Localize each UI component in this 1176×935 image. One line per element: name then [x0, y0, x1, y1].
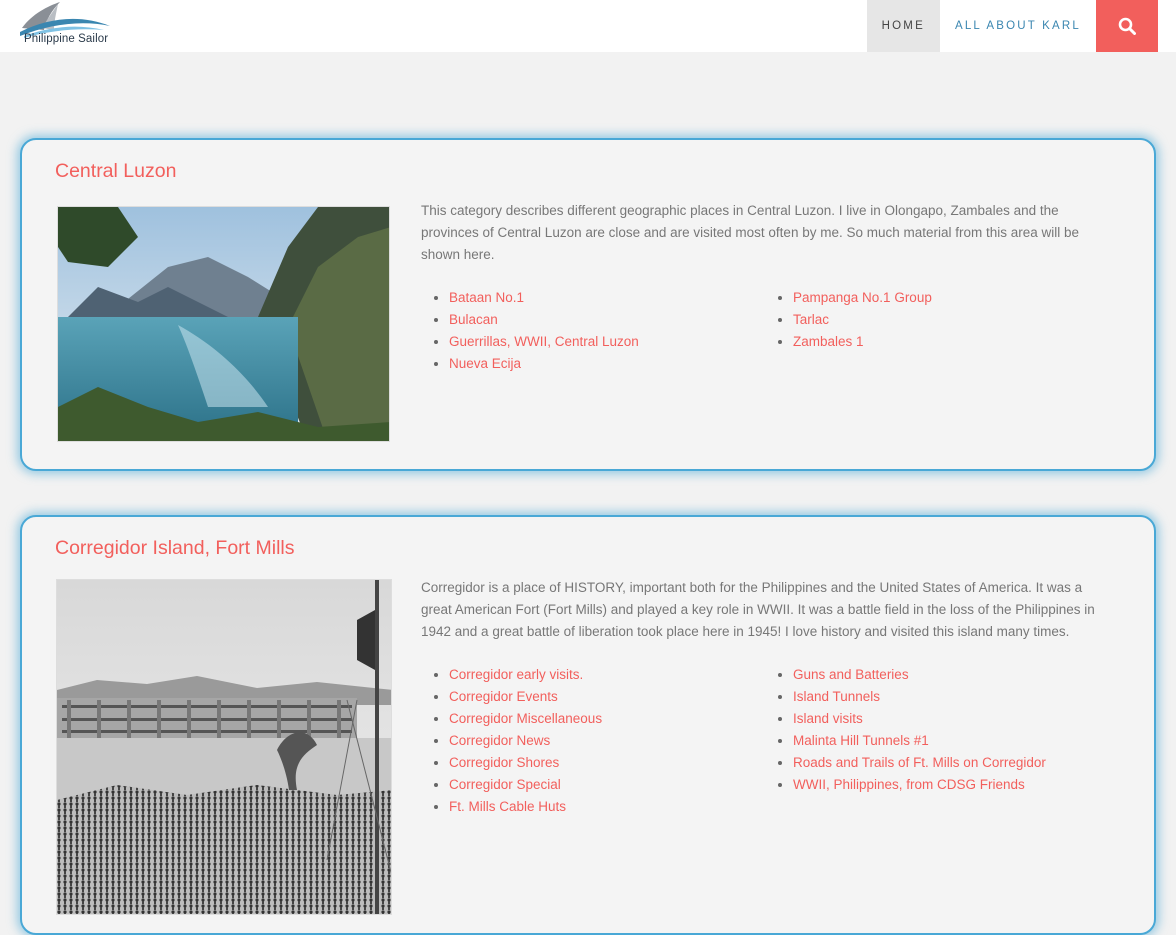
list-item: Guerrillas, WWII, Central Luzon	[449, 331, 765, 353]
subcategory-list-left: Bataan No.1 Bulacan Guerrillas, WWII, Ce…	[421, 287, 765, 375]
site-logo[interactable]: Philippine Sailor	[18, 0, 113, 52]
subcategory-link[interactable]: Tarlac	[793, 312, 829, 327]
subcategory-link[interactable]: Ft. Mills Cable Huts	[449, 799, 566, 814]
subcategory-link[interactable]: Bulacan	[449, 312, 498, 327]
category-card-central-luzon: Central Luzon This category describes di…	[20, 138, 1156, 471]
list-item: Pampanga No.1 Group	[793, 287, 1109, 309]
subcategory-link[interactable]: Guerrillas, WWII, Central Luzon	[449, 334, 639, 349]
list-item: Bataan No.1	[449, 287, 765, 309]
list-item: Corregidor News	[449, 730, 765, 752]
subcategory-link[interactable]: Zambales 1	[793, 334, 864, 349]
category-image-central-luzon[interactable]	[57, 206, 390, 442]
nav-home[interactable]: HOME	[866, 0, 940, 52]
list-item: Nueva Ecija	[449, 353, 765, 375]
list-item: Tarlac	[793, 309, 1109, 331]
list-item: Zambales 1	[793, 331, 1109, 353]
lake-landscape-photo	[58, 207, 389, 441]
subcategory-link[interactable]: Corregidor early visits.	[449, 667, 583, 682]
list-item: Corregidor Special	[449, 774, 765, 796]
category-card-corregidor: Corregidor Island, Fort Mills Corregidor…	[20, 515, 1156, 935]
list-item: Roads and Trails of Ft. Mills on Corregi…	[793, 752, 1109, 774]
subcategory-link[interactable]: Malinta Hill Tunnels #1	[793, 733, 929, 748]
subcategory-link[interactable]: Pampanga No.1 Group	[793, 290, 932, 305]
top-navbar: Philippine Sailor HOME ALL ABOUT KARL	[0, 0, 1176, 52]
search-icon	[1118, 17, 1136, 35]
category-title[interactable]: Central Luzon	[55, 160, 176, 183]
list-item: Island Tunnels	[793, 686, 1109, 708]
list-item: Malinta Hill Tunnels #1	[793, 730, 1109, 752]
category-title[interactable]: Corregidor Island, Fort Mills	[55, 537, 294, 560]
search-button[interactable]	[1096, 0, 1158, 52]
subcategory-link[interactable]: WWII, Philippines, from CDSG Friends	[793, 777, 1025, 792]
corregidor-parade-photo	[57, 580, 391, 914]
nav-all-about-karl[interactable]: ALL ABOUT KARL	[939, 0, 1096, 52]
list-item: Bulacan	[449, 309, 765, 331]
subcategory-link[interactable]: Bataan No.1	[449, 290, 524, 305]
subcategory-link[interactable]: Corregidor Miscellaneous	[449, 711, 602, 726]
subcategory-links: Bataan No.1 Bulacan Guerrillas, WWII, Ce…	[421, 287, 1121, 375]
subcategory-link[interactable]: Corregidor News	[449, 733, 550, 748]
subcategory-link[interactable]: Roads and Trails of Ft. Mills on Corregi…	[793, 755, 1046, 770]
subcategory-list-right: Guns and Batteries Island Tunnels Island…	[765, 664, 1109, 818]
subcategory-list-left: Corregidor early visits. Corregidor Even…	[421, 664, 765, 818]
list-item: Ft. Mills Cable Huts	[449, 796, 765, 818]
list-item: WWII, Philippines, from CDSG Friends	[793, 774, 1109, 796]
subcategory-links: Corregidor early visits. Corregidor Even…	[421, 664, 1121, 818]
category-image-corregidor[interactable]	[56, 579, 392, 915]
list-item: Corregidor early visits.	[449, 664, 765, 686]
subcategory-link[interactable]: Nueva Ecija	[449, 356, 521, 371]
subcategory-link[interactable]: Guns and Batteries	[793, 667, 909, 682]
list-item: Corregidor Miscellaneous	[449, 708, 765, 730]
subcategory-link[interactable]: Corregidor Special	[449, 777, 561, 792]
main-nav: HOME ALL ABOUT KARL	[866, 0, 1158, 52]
subcategory-link[interactable]: Island visits	[793, 711, 863, 726]
subcategory-link[interactable]: Island Tunnels	[793, 689, 880, 704]
logo-text: Philippine Sailor	[24, 33, 109, 45]
list-item: Corregidor Shores	[449, 752, 765, 774]
list-item: Guns and Batteries	[793, 664, 1109, 686]
subcategory-link[interactable]: Corregidor Shores	[449, 755, 559, 770]
list-item: Island visits	[793, 708, 1109, 730]
category-description: This category describes different geogra…	[421, 203, 1080, 262]
subcategory-list-right: Pampanga No.1 Group Tarlac Zambales 1	[765, 287, 1109, 375]
category-description: Corregidor is a place of HISTORY, import…	[421, 580, 1095, 639]
list-item: Corregidor Events	[449, 686, 765, 708]
subcategory-link[interactable]: Corregidor Events	[449, 689, 558, 704]
